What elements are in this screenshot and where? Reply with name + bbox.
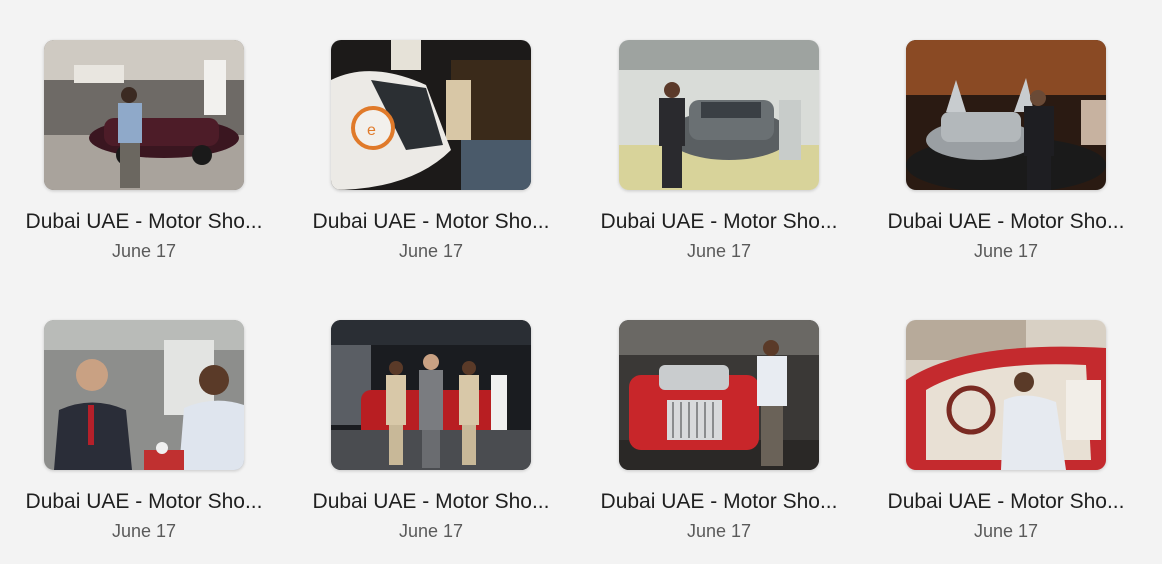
photo-tile[interactable]: Dubai UAE - Motor Sho... June 17 <box>594 40 844 280</box>
photo-thumbnail[interactable] <box>619 320 819 470</box>
photo-thumbnail[interactable]: e <box>331 40 531 190</box>
photo-title[interactable]: Dubai UAE - Motor Sho... <box>881 210 1131 234</box>
photo-tile[interactable]: e Dubai UAE - Motor Sho... June 17 <box>306 40 556 280</box>
photo-title[interactable]: Dubai UAE - Motor Sho... <box>306 490 556 514</box>
photo-title[interactable]: Dubai UAE - Motor Sho... <box>881 490 1131 514</box>
photo-tile[interactable]: Dubai UAE - Motor Sho... June 17 <box>19 40 269 280</box>
photo-date: June 17 <box>398 241 464 261</box>
photo-date: June 17 <box>398 521 464 541</box>
photo-title[interactable]: Dubai UAE - Motor Sho... <box>594 490 844 514</box>
photo-thumbnail[interactable] <box>619 40 819 190</box>
photo-tile[interactable]: Dubai UAE - Motor Sho... June 17 <box>881 320 1131 560</box>
photo-tile[interactable]: Dubai UAE - Motor Sho... June 17 <box>881 40 1131 280</box>
photo-thumbnail[interactable] <box>44 40 244 190</box>
photo-date: June 17 <box>111 241 177 261</box>
photo-date: June 17 <box>111 521 177 541</box>
photo-thumbnail[interactable] <box>44 320 244 470</box>
photo-date: June 17 <box>686 241 752 261</box>
photo-gallery-grid: Dubai UAE - Motor Sho... June 17 e Dubai… <box>0 0 1162 564</box>
photo-title[interactable]: Dubai UAE - Motor Sho... <box>306 210 556 234</box>
photo-tile[interactable]: Dubai UAE - Motor Sho... June 17 <box>306 320 556 560</box>
photo-title[interactable]: Dubai UAE - Motor Sho... <box>19 210 269 234</box>
photo-date: June 17 <box>686 521 752 541</box>
photo-thumbnail[interactable] <box>906 320 1106 470</box>
photo-tile[interactable]: Dubai UAE - Motor Sho... June 17 <box>19 320 269 560</box>
photo-title[interactable]: Dubai UAE - Motor Sho... <box>594 210 844 234</box>
photo-title[interactable]: Dubai UAE - Motor Sho... <box>19 490 269 514</box>
photo-thumbnail[interactable] <box>906 40 1106 190</box>
svg-text:e: e <box>367 122 376 139</box>
photo-date: June 17 <box>973 521 1039 541</box>
photo-thumbnail[interactable] <box>331 320 531 470</box>
photo-date: June 17 <box>973 241 1039 261</box>
photo-tile[interactable]: Dubai UAE - Motor Sho... June 17 <box>594 320 844 560</box>
